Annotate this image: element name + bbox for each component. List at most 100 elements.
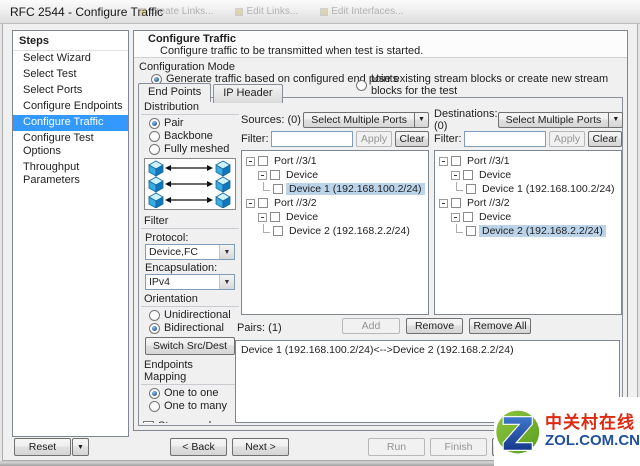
chevron-down-icon[interactable]: ▼ [219, 275, 234, 289]
radio-label: One to one [164, 387, 218, 399]
radio-fully-meshed[interactable]: Fully meshed [141, 143, 239, 156]
step-configure-endpoints[interactable]: Configure Endpoints [13, 99, 128, 115]
reset-dropdown-icon[interactable]: ▼ [72, 438, 89, 456]
sources-tree[interactable]: Port //3/1 Device Device 1 (192.168.100.… [241, 150, 429, 315]
configuration-mode-label: Configuration Mode [139, 61, 235, 73]
zol-watermark: 中关村在线 ZOL.COM.CN [494, 397, 640, 466]
select-multiple-ports-button[interactable]: Select Multiple Ports [498, 112, 610, 128]
node-checkbox[interactable] [451, 156, 461, 166]
collapse-icon[interactable] [246, 199, 255, 208]
radio-unidirectional[interactable]: Unidirectional [141, 309, 239, 322]
step-select-test[interactable]: Select Test [13, 67, 128, 83]
tree-branch-line [263, 182, 270, 191]
radio-backbone[interactable]: Backbone [141, 130, 239, 143]
destinations-filter-input[interactable] [464, 131, 546, 147]
remove-all-button[interactable]: Remove All [469, 318, 531, 334]
ghost-toolbar-item: Edit Links... [235, 6, 298, 17]
node-checkbox[interactable] [273, 226, 283, 236]
tree-node-device[interactable]: Device 2 (192.168.2.2/24) [242, 224, 428, 238]
tree-node-port[interactable]: Port //3/1 [242, 154, 428, 168]
sources-count-label: Sources: (0) [241, 114, 301, 126]
tree-node-port[interactable]: Port //3/1 [435, 154, 621, 168]
step-configure-test-options[interactable]: Configure Test Options [13, 131, 128, 160]
tree-node-device-group[interactable]: Device [435, 168, 621, 182]
radio-one-to-many[interactable]: One to many [141, 400, 239, 413]
tree-node-label[interactable]: Device 2 (192.168.2.2/24) [479, 225, 606, 237]
tree-node-label[interactable]: Device [476, 169, 514, 181]
title-bar[interactable]: RFC 2544 - Configure Traffic Create Link… [0, 0, 640, 24]
protocol-select[interactable]: Device,FC ▼ [145, 244, 235, 260]
radio-label: Fully meshed [164, 143, 229, 155]
node-checkbox[interactable] [463, 170, 473, 180]
tree-node-label[interactable]: Device [476, 211, 514, 223]
step-select-ports[interactable]: Select Ports [13, 83, 128, 99]
radio-bidirectional[interactable]: Bidirectional [141, 322, 239, 335]
tree-node-port[interactable]: Port //3/2 [242, 196, 428, 210]
tree-node-device-group[interactable]: Device [242, 168, 428, 182]
back-button[interactable]: < Back [170, 438, 227, 456]
tree-node-label[interactable]: Port //3/1 [464, 155, 513, 167]
radio-label: Bidirectional [164, 322, 224, 334]
destinations-select-multiple-ports[interactable]: Select Multiple Ports ▼ [498, 112, 624, 128]
switch-src-dest-button[interactable]: Switch Src/Dest [145, 337, 235, 355]
tree-node-label[interactable]: Device 1 (192.168.100.2/24) [479, 183, 618, 195]
sources-filter-input[interactable] [271, 131, 353, 147]
watermark-chinese-text: 中关村在线 [545, 414, 640, 433]
radio-pair[interactable]: Pair [141, 117, 239, 130]
collapse-icon[interactable] [246, 157, 255, 166]
tree-node-device[interactable]: Device 1 (192.168.100.2/24) [242, 182, 428, 196]
node-checkbox[interactable] [466, 184, 476, 194]
radio-icon [149, 323, 160, 334]
tree-node-device-group[interactable]: Device [242, 210, 428, 224]
radio-use-existing-streams[interactable]: Use existing stream blocks or create new… [356, 73, 627, 97]
options-column: Distribution Pair Backbone Fully meshed [141, 99, 239, 423]
chevron-down-icon[interactable]: ▼ [609, 112, 623, 128]
node-checkbox[interactable] [463, 212, 473, 222]
collapse-icon[interactable] [451, 213, 460, 222]
sources-select-multiple-ports[interactable]: Select Multiple Ports ▼ [303, 112, 429, 128]
stream-only-generation-checkbox[interactable]: Stream only generation [141, 419, 239, 423]
remove-button[interactable]: Remove [406, 318, 463, 334]
node-checkbox[interactable] [258, 156, 268, 166]
reset-button[interactable]: Reset [14, 438, 71, 456]
pairs-count-label: Pairs: (1) [237, 322, 282, 334]
tab-ip-header[interactable]: IP Header [213, 84, 282, 103]
tree-node-label[interactable]: Port //3/2 [271, 197, 320, 209]
node-checkbox[interactable] [270, 170, 280, 180]
destinations-tree[interactable]: Port //3/1 Device Device 1 (192.168.100.… [434, 150, 622, 315]
tree-node-label[interactable]: Port //3/1 [271, 155, 320, 167]
tree-node-label[interactable]: Device 2 (192.168.2.2/24) [286, 225, 413, 237]
radio-one-to-one[interactable]: One to one [141, 387, 239, 400]
step-select-wizard[interactable]: Select Wizard [13, 51, 128, 67]
node-checkbox[interactable] [451, 198, 461, 208]
tree-node-port[interactable]: Port //3/2 [435, 196, 621, 210]
tree-node-label[interactable]: Device [283, 169, 321, 181]
collapse-icon[interactable] [439, 199, 448, 208]
encapsulation-select[interactable]: IPv4 ▼ [145, 274, 235, 290]
tree-node-device[interactable]: Device 1 (192.168.100.2/24) [435, 182, 621, 196]
step-configure-traffic[interactable]: Configure Traffic [13, 115, 128, 131]
background-app-toolbar: Create Links... Edit Links... Edit Inter… [138, 6, 403, 17]
sources-clear-button[interactable]: Clear [395, 131, 429, 147]
tree-node-device[interactable]: Device 2 (192.168.2.2/24) [435, 224, 621, 238]
node-checkbox[interactable] [466, 226, 476, 236]
pair-list-item[interactable]: Device 1 (192.168.100.2/24)<-->Device 2 … [241, 344, 614, 356]
collapse-icon[interactable] [258, 213, 267, 222]
collapse-icon[interactable] [451, 171, 460, 180]
tab-end-points[interactable]: End Points [138, 83, 211, 102]
chevron-down-icon[interactable]: ▼ [219, 245, 234, 259]
tree-node-label[interactable]: Port //3/2 [464, 197, 513, 209]
collapse-icon[interactable] [439, 157, 448, 166]
destinations-clear-button[interactable]: Clear [588, 131, 622, 147]
node-checkbox[interactable] [273, 184, 283, 194]
node-checkbox[interactable] [270, 212, 280, 222]
chevron-down-icon[interactable]: ▼ [415, 112, 429, 128]
tree-node-device-group[interactable]: Device [435, 210, 621, 224]
tree-node-label[interactable]: Device 1 (192.168.100.2/24) [286, 183, 425, 195]
collapse-icon[interactable] [258, 171, 267, 180]
select-multiple-ports-button[interactable]: Select Multiple Ports [303, 112, 415, 128]
tree-node-label[interactable]: Device [283, 211, 321, 223]
next-button[interactable]: Next > [232, 438, 289, 456]
node-checkbox[interactable] [258, 198, 268, 208]
step-throughput-parameters[interactable]: Throughput Parameters [13, 160, 128, 189]
